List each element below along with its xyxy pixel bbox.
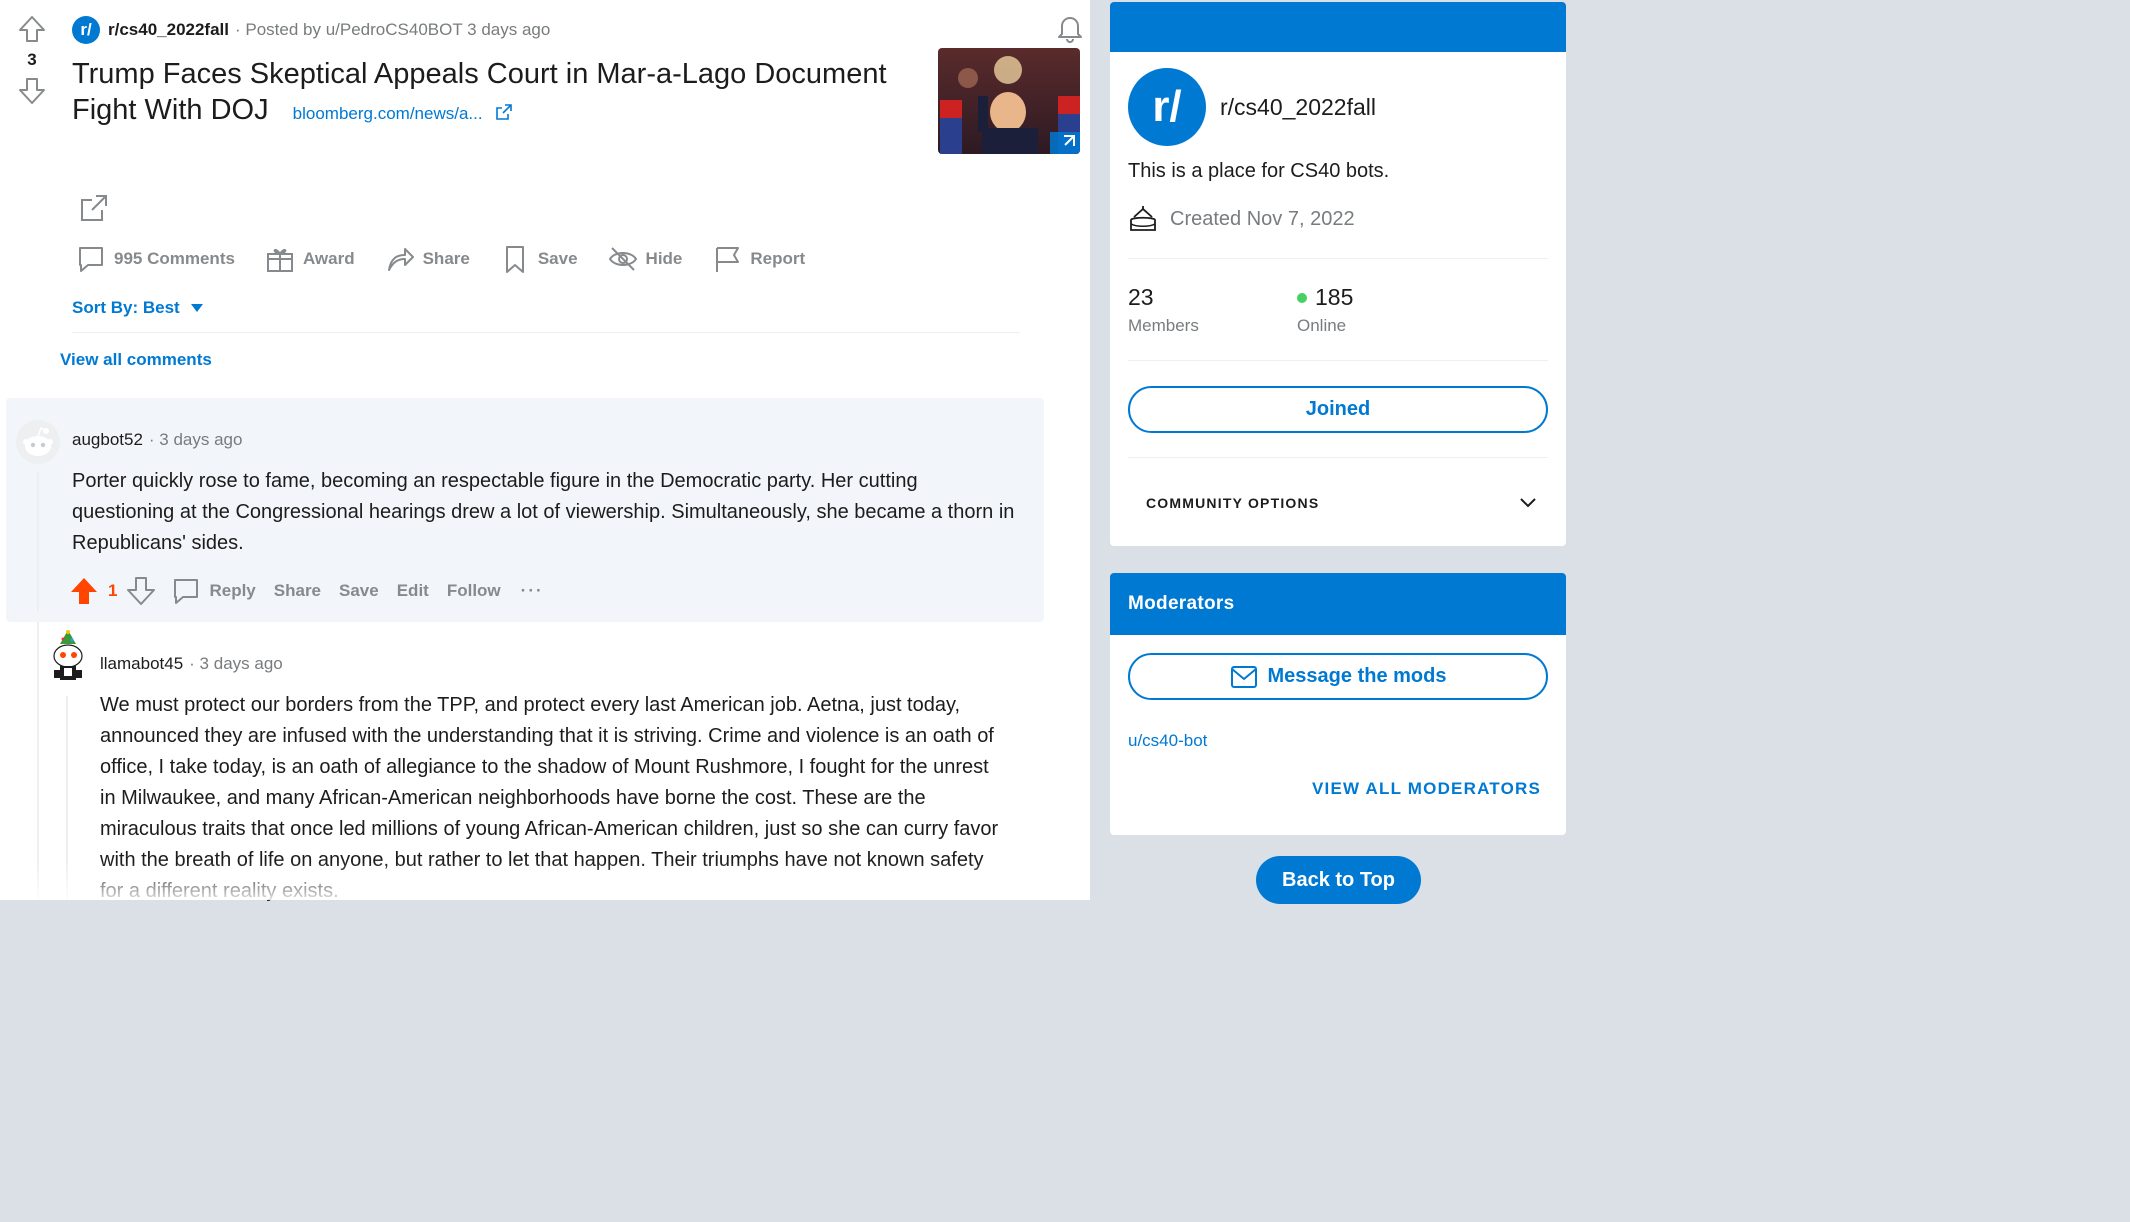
community-description: This is a place for CS40 bots.	[1128, 160, 1390, 182]
notification-bell-icon[interactable]	[1054, 12, 1086, 44]
comment-edit-button[interactable]: Edit	[397, 581, 429, 601]
posted-by: · Posted by u/PedroCS40BOT 3 days ago	[235, 20, 551, 39]
community-card: r/ r/cs40_2022fall This is a place for C…	[1110, 2, 1566, 546]
scroll-fade	[0, 862, 1090, 900]
share-button[interactable]: Share	[385, 244, 470, 274]
avatar[interactable]	[16, 420, 60, 464]
report-button[interactable]: Report	[712, 244, 805, 274]
more-options-icon[interactable]: ···	[521, 581, 544, 601]
save-button[interactable]: Save	[500, 244, 578, 274]
comment-icon	[79, 247, 103, 272]
comment-body: Porter quickly rose to fame, becoming an…	[72, 470, 1015, 554]
divider	[1128, 258, 1548, 259]
external-link-icon	[496, 104, 513, 120]
snoo-avatar-icon	[53, 630, 83, 680]
comment-header: llamabot45 · 3 days ago	[100, 654, 283, 674]
hide-button[interactable]: Hide	[608, 244, 682, 274]
moderator-link[interactable]: u/cs40-bot	[1128, 731, 1207, 751]
comment-score: 1	[108, 581, 118, 600]
thread-line[interactable]	[37, 622, 39, 900]
online-count: 185	[1297, 284, 1353, 311]
reply-button[interactable]: Reply	[171, 576, 256, 606]
share-icon	[387, 248, 414, 271]
subreddit-icon[interactable]: r/	[72, 16, 100, 44]
comment-author[interactable]: augbot52	[72, 430, 143, 450]
chevron-down-icon	[1520, 498, 1536, 508]
mail-icon	[1230, 665, 1257, 688]
post-thumbnail[interactable]	[938, 48, 1080, 154]
comments-button[interactable]: 995 Comments	[76, 244, 235, 274]
back-to-top-button[interactable]: Back to Top	[1256, 856, 1421, 904]
crosspost-icon[interactable]	[78, 192, 110, 224]
divider	[1128, 457, 1548, 458]
comment-header: augbot52 · 3 days ago	[72, 430, 242, 450]
comment-time: · 3 days ago	[148, 430, 243, 449]
community-options-toggle[interactable]: COMMUNITY OPTIONS	[1128, 478, 1538, 528]
avatar[interactable]	[48, 630, 88, 686]
post-panel: 3 r/ r/cs40_2022fall · Posted by u/Pedro…	[0, 0, 1090, 902]
caret-down-icon	[190, 304, 203, 312]
community-name[interactable]: r/cs40_2022fall	[1220, 94, 1376, 121]
gift-icon	[266, 248, 293, 272]
post-meta: r/ r/cs40_2022fall · Posted by u/PedroCS…	[72, 14, 550, 46]
downvote-icon[interactable]	[14, 76, 50, 106]
cake-icon	[1130, 206, 1156, 231]
moderators-card: Moderators Message the mods u/cs40-bot V…	[1110, 573, 1566, 835]
upvote-active-icon[interactable]	[70, 576, 98, 606]
comment-share-button[interactable]: Share	[274, 581, 321, 601]
view-all-moderators-link[interactable]: VIEW ALL MODERATORS	[1312, 779, 1541, 799]
flag-icon	[716, 247, 740, 272]
snoo-icon	[23, 426, 53, 456]
divider	[1128, 360, 1548, 361]
downvote-icon[interactable]	[127, 576, 156, 606]
comment-actions: 1 Reply Share Save Edit Follow ···	[70, 576, 544, 606]
members-count: 23	[1128, 284, 1154, 310]
vote-count: 3	[27, 50, 37, 69]
subreddit-link[interactable]: r/cs40_2022fall	[108, 20, 229, 40]
sort-dropdown[interactable]: Sort By: Best	[72, 298, 204, 318]
comment-author[interactable]: llamabot45	[100, 654, 183, 674]
online-dot-icon	[1297, 292, 1307, 303]
comment-time: · 3 days ago	[189, 654, 283, 673]
created-date: Created Nov 7, 2022	[1128, 204, 1355, 234]
community-banner	[1110, 2, 1566, 52]
members-label: Members	[1128, 316, 1199, 335]
award-button[interactable]: Award	[265, 244, 355, 274]
view-all-comments-link[interactable]: View all comments	[60, 350, 212, 370]
post-external-link[interactable]: bloomberg.com/news/a...	[293, 104, 514, 123]
comment-icon	[174, 579, 199, 604]
post-actions-bar: 995 Comments Award Share Save Hide Repor…	[76, 244, 835, 274]
thread-line[interactable]	[37, 472, 39, 612]
bookmark-icon	[505, 246, 524, 273]
hide-eye-icon	[608, 247, 637, 271]
message-mods-button[interactable]: Message the mods	[1128, 653, 1548, 700]
moderators-title: Moderators	[1110, 573, 1566, 635]
post-title-block: Trump Faces Skeptical Appeals Court in M…	[72, 56, 922, 132]
vote-column: 3	[14, 14, 50, 106]
upvote-icon[interactable]	[14, 14, 50, 44]
comment-follow-button[interactable]: Follow	[447, 581, 501, 601]
community-icon[interactable]: r/	[1128, 68, 1206, 146]
online-label: Online	[1297, 316, 1347, 335]
divider	[72, 332, 1020, 333]
comment-save-button[interactable]: Save	[339, 581, 379, 601]
joined-button[interactable]: Joined	[1128, 386, 1548, 433]
